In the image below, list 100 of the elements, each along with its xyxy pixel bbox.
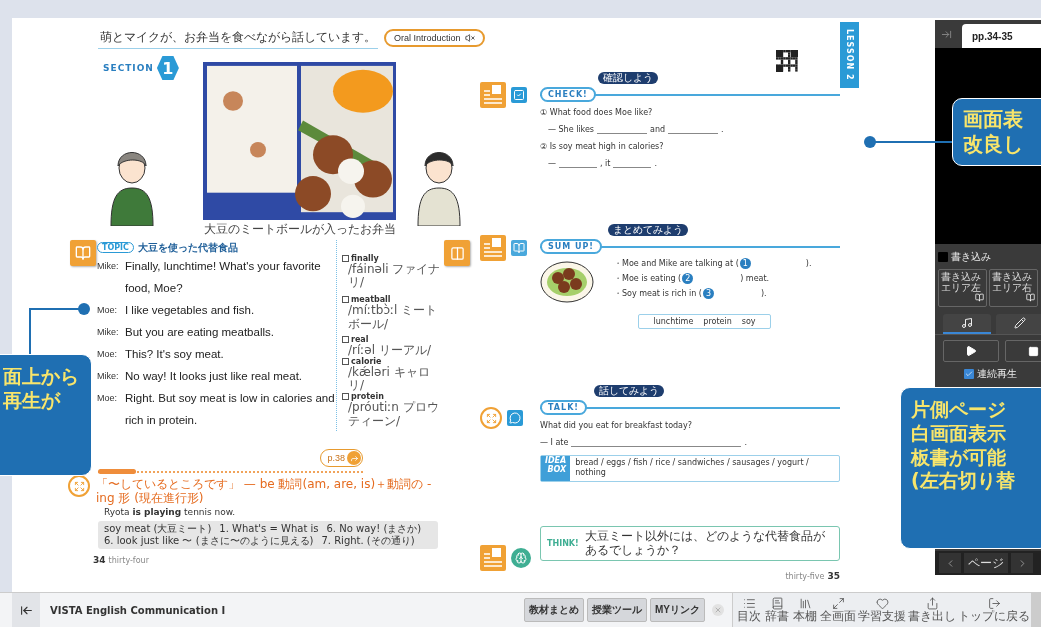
dialogue-line: This? It's soy meat. (125, 347, 224, 362)
pronunciation: /ríːəl リーアル/ (347, 343, 432, 357)
page-number: 34 (93, 554, 106, 565)
writing-area-button[interactable]: 書き込み エリア左 (938, 269, 987, 307)
toolbar-button[interactable]: 本棚 (791, 592, 819, 627)
answer-text: , it (600, 159, 611, 168)
answer-text: . (721, 125, 724, 134)
stop-icon (1027, 345, 1039, 357)
section-subtitle: 確認しよう (598, 72, 658, 84)
page-link[interactable]: p.38 (320, 449, 363, 467)
question-text: ① What food does Moe like? (540, 108, 654, 117)
pencil-icon (1014, 317, 1026, 329)
speaker-name: Mike: (97, 370, 120, 383)
answer-text: and (650, 125, 666, 134)
topic-title: 大豆を使った代替食品 (137, 240, 238, 255)
note-text: soy meat (大豆ミート) (104, 522, 212, 535)
summary-text: ・Soy meat is rich in ( (614, 288, 702, 299)
section-title: TALK! (540, 400, 587, 415)
book-icon (975, 293, 984, 302)
section-label: SECTION (103, 63, 154, 73)
speech-bubble-icon (509, 412, 521, 424)
page-tab[interactable]: pp.34-35 (962, 24, 1041, 48)
previous-page-button[interactable] (939, 553, 961, 573)
panel-tab[interactable] (996, 314, 1041, 334)
grammar-rule: 「〜しているところです」 — be 動詞(am, are, is)＋動詞の -ing 形 (現在進行形) (96, 477, 433, 506)
speaker-name: Mike: (97, 260, 120, 273)
toolbar-button[interactable]: 書き出し (907, 592, 957, 627)
checkbox[interactable] (342, 335, 349, 343)
page-number-words: thirty-five (785, 571, 825, 581)
dialogue-line: I like vegetables and fish. (125, 303, 255, 318)
writing-area-button[interactable]: 書き込み エリア右 (989, 269, 1038, 307)
back-button[interactable] (12, 592, 40, 627)
list-icon (742, 596, 756, 610)
oral-introduction-button[interactable]: Oral Introduction (384, 29, 485, 47)
word-choice: protein (703, 317, 732, 326)
toolbar-button[interactable]: 全画面 (819, 592, 857, 627)
play-icon (965, 345, 977, 357)
menu-tab[interactable]: 教材まとめ (524, 598, 584, 622)
checkbox[interactable] (964, 369, 974, 379)
photo-caption: 大豆のミートボールが入ったお弁当 (204, 221, 396, 238)
think-button[interactable] (511, 548, 531, 568)
vocabulary-word: calorie (351, 356, 382, 366)
checkbox[interactable] (342, 255, 349, 262)
next-page-button[interactable] (1011, 553, 1033, 573)
textbook-button[interactable] (70, 240, 96, 266)
checkbox[interactable] (342, 296, 349, 304)
meatball-plate-drawing (540, 258, 594, 304)
number-badge: 1 (739, 258, 751, 269)
checkbox[interactable] (342, 393, 349, 401)
word-choice: lunchtime (653, 317, 694, 326)
toolbar-button[interactable]: 学習支援 (857, 592, 907, 627)
scene-description: 萌とマイクが、お弁当を食べながら話しています。 (98, 27, 378, 49)
worksheet-icon[interactable] (480, 82, 506, 108)
bookshelf-icon (798, 596, 812, 610)
think-title: THINK! (547, 538, 579, 548)
menu-tab[interactable]: 授業ツール (587, 598, 647, 622)
page-label: ページ (964, 553, 1008, 573)
note-text: 6. look just like 〜 (まさに〜のように見える) (104, 534, 314, 547)
example-sentence: Ryota is playing tennis now. (103, 506, 237, 517)
toolbar-button[interactable]: 辞書 (763, 592, 791, 627)
idea-box-label: BOX (547, 465, 567, 475)
menu-tab[interactable]: MYリンク (650, 598, 705, 622)
expand-icon (485, 412, 497, 424)
expand-button[interactable] (480, 407, 502, 429)
check-button[interactable] (511, 87, 527, 103)
close-button[interactable] (712, 604, 724, 616)
speaker-name: Moe: (97, 304, 118, 317)
pronunciation: /fáinəli ファイナリ/ (347, 263, 442, 290)
qr-code-icon[interactable] (776, 50, 798, 72)
dialogue-line: Finally, lunchtime! What's your favorite food, Moe? (125, 259, 321, 296)
checkbox[interactable] (342, 357, 349, 365)
vocabulary-word: real (351, 334, 369, 344)
number-badge: 3 (702, 288, 714, 299)
page-number-words: thirty-four (108, 555, 149, 565)
heart-icon (875, 596, 889, 610)
think-question: 大豆ミート以外には、どのような代替食品があるでしょうか？ (584, 528, 826, 558)
answer-text: — She likes (548, 125, 595, 134)
note-text: 1. What's = What is (219, 522, 319, 535)
section-title: CHECK! (540, 87, 596, 102)
section-subtitle: 話してみよう (594, 385, 664, 397)
talk-button[interactable] (507, 410, 523, 426)
pronunciation: /próutiːn プロウティーン/ (347, 401, 440, 428)
checkbox[interactable] (938, 252, 948, 262)
expand-button[interactable] (68, 475, 90, 497)
summary-text: ) meat. (740, 274, 770, 283)
question-text: ② Is soy meat high in calories? (540, 142, 665, 151)
worksheet-icon[interactable] (480, 545, 506, 571)
checkbox-icon (513, 89, 525, 101)
toolbar-button[interactable]: 目次 (735, 592, 763, 627)
music-note-icon (961, 317, 973, 329)
book-button[interactable] (511, 240, 527, 256)
play-button[interactable] (943, 340, 999, 362)
idea-list: bread / eggs / fish / rice / sandwiches / sausages / yogurt / nothing (570, 456, 839, 481)
toolbar-button[interactable]: トップに戻る (957, 592, 1031, 627)
card-button[interactable] (444, 240, 470, 266)
vocabulary-word: meatball (351, 295, 391, 305)
summary-text: ・Moe is eating ( (614, 273, 682, 284)
callout: 画面表 改良し (952, 98, 1041, 166)
panel-tab[interactable] (943, 314, 991, 334)
worksheet-icon[interactable] (480, 235, 506, 261)
